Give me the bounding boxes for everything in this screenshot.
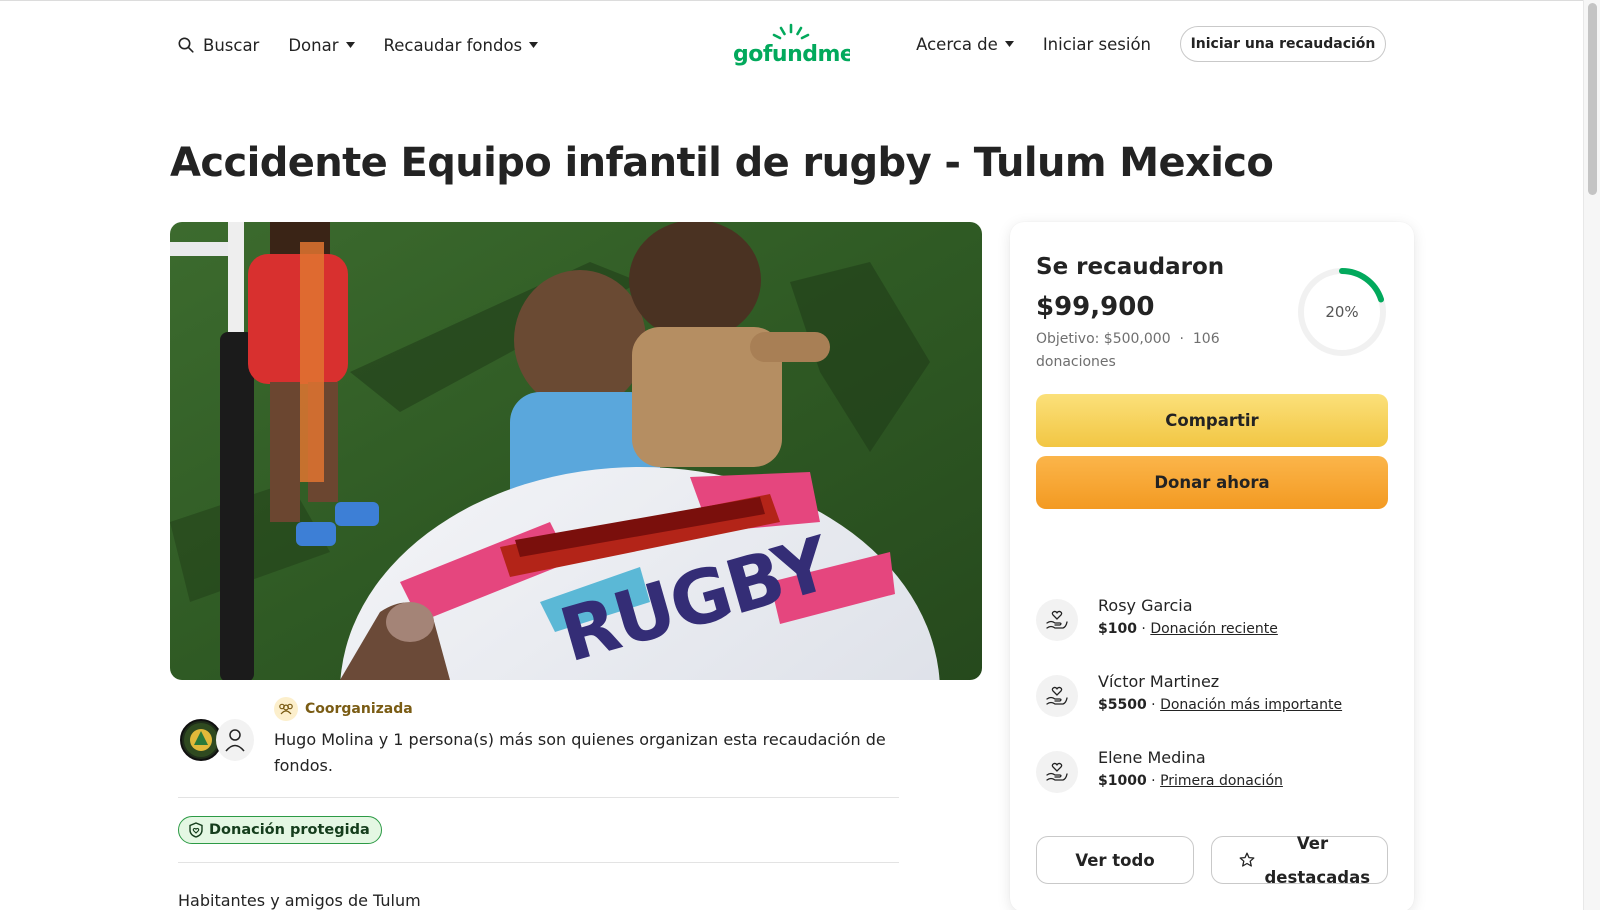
fundraise-menu[interactable]: Recaudar fondos [384, 36, 539, 55]
login-link[interactable]: Iniciar sesión [1043, 35, 1151, 54]
donation-amount: $100 [1098, 621, 1137, 637]
donate-menu-label: Donar [288, 35, 339, 55]
protected-donation-label: Donación protegida [209, 822, 370, 838]
caret-down-icon [529, 42, 539, 48]
caret-down-icon [345, 42, 355, 48]
donation-tag-link[interactable]: Donación reciente [1150, 621, 1278, 637]
donation-detail: $5500 · Donación más importante [1098, 697, 1342, 713]
scrollbar-thumb[interactable] [1588, 3, 1597, 195]
beneficiary-text: Habitantes y amigos de Tulum [178, 891, 421, 910]
organizer-description: Hugo Molina y 1 persona(s) más son quien… [274, 730, 886, 775]
hand-heart-icon [1036, 599, 1078, 641]
hand-heart-icon [1036, 751, 1078, 793]
donation-separator: · [1151, 773, 1156, 789]
star-icon [1239, 852, 1254, 867]
donate-menu[interactable]: Donar [288, 35, 355, 55]
search-icon [178, 37, 194, 53]
share-button[interactable]: Compartir [1036, 394, 1388, 447]
fundraise-menu-label: Recaudar fondos [383, 35, 523, 55]
about-menu-label: Acerca de [916, 34, 998, 54]
caret-down-icon [1004, 41, 1014, 47]
meta-separator: · [1179, 331, 1184, 347]
organizer-section: Coorganizada Hugo Molina y 1 persona(s) … [178, 697, 898, 791]
gofundme-logo[interactable]: gofundme [732, 22, 850, 66]
see-all-button[interactable]: Ver todo [1036, 836, 1194, 884]
page-scrollbar[interactable] [1583, 0, 1600, 910]
co-organized-label: Coorganizada [305, 701, 413, 717]
search-link[interactable]: Buscar [178, 36, 259, 55]
progress-percent: 20% [1325, 303, 1359, 321]
protected-donation-badge[interactable]: Donación protegida [178, 816, 382, 844]
donor-name: Rosy Garcia [1098, 596, 1193, 615]
donor-name: Elene Medina [1098, 748, 1206, 767]
about-menu[interactable]: Acerca de [916, 35, 1014, 54]
co-organized-badge: Coorganizada [274, 697, 413, 721]
donation-tag-link[interactable]: Donación más importante [1160, 697, 1342, 713]
people-group-icon [274, 697, 298, 721]
logo-text: gofundme [733, 42, 850, 66]
see-top-donations-button[interactable]: Ver destacadas [1211, 833, 1388, 887]
donation-tag-link[interactable]: Primera donación [1160, 773, 1283, 789]
goal-meta: Objetivo: $500,000 · 106 donaciones [1036, 328, 1258, 374]
divider [178, 797, 899, 798]
donation-item: Elene Medina $1000 · Primera donación [1036, 748, 1376, 796]
nav-right: Acerca de Iniciar sesión Iniciar una rec… [916, 26, 1386, 62]
goal-text: Objetivo: $500,000 [1036, 331, 1171, 347]
see-top-label: Ver destacadas [1264, 833, 1371, 887]
donation-amount: $1000 [1098, 773, 1147, 789]
nav-left: Buscar Donar Recaudar fondos [178, 30, 567, 60]
user-icon[interactable] [216, 719, 254, 761]
progress-ring: 20% [1296, 266, 1388, 358]
donation-item: Rosy Garcia $100 · Donación reciente [1036, 596, 1376, 644]
campaign-hero-image[interactable]: RUGBY [170, 222, 982, 680]
raised-amount: $99,900 [1036, 292, 1155, 322]
see-top-line1: Ver [1296, 833, 1329, 853]
site-header: Buscar Donar Recaudar fondos gofundme Ac… [0, 0, 1583, 88]
donation-detail: $1000 · Primera donación [1098, 773, 1283, 789]
donation-card: Se recaudaron $99,900 Objetivo: $500,000… [1010, 222, 1414, 910]
search-label: Buscar [203, 35, 260, 55]
raised-label: Se recaudaron [1036, 254, 1225, 280]
see-top-line2: destacadas [1264, 867, 1371, 887]
donation-detail: $100 · Donación reciente [1098, 621, 1278, 637]
donor-name: Víctor Martinez [1098, 672, 1220, 691]
shield-heart-icon [189, 822, 203, 838]
donation-amount: $5500 [1098, 697, 1147, 713]
donations-count: 106 [1192, 331, 1220, 347]
start-fundraiser-button[interactable]: Iniciar una recaudación [1180, 26, 1386, 62]
donation-separator: · [1141, 621, 1146, 637]
hand-heart-icon [1036, 675, 1078, 717]
donation-separator: · [1151, 697, 1156, 713]
donation-item: Víctor Martinez $5500 · Donación más imp… [1036, 672, 1376, 720]
donations-word: donaciones [1036, 354, 1116, 370]
donate-now-button[interactable]: Donar ahora [1036, 456, 1388, 509]
divider [178, 862, 899, 863]
page-title: Accidente Equipo infantil de rugby - Tul… [170, 140, 1274, 186]
